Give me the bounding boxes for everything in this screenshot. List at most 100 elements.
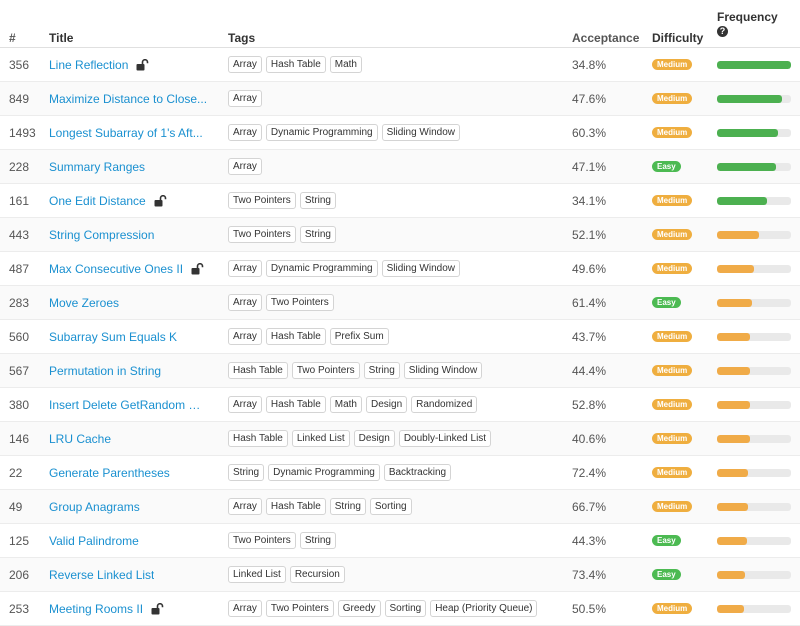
tag-chip[interactable]: Array xyxy=(228,124,262,141)
tag-chip[interactable]: Hash Table xyxy=(265,56,326,73)
problem-title-link[interactable]: Move Zeroes xyxy=(49,296,119,310)
difficulty-badge: Medium xyxy=(652,433,693,444)
tag-chip[interactable]: Array xyxy=(228,294,262,311)
tag-chip[interactable]: Linked List xyxy=(291,430,350,447)
tag-chip[interactable]: String xyxy=(299,192,336,209)
problem-title-link[interactable]: Group Anagrams xyxy=(49,500,140,514)
tag-chip[interactable]: String xyxy=(228,464,265,481)
difficulty-badge: Medium xyxy=(652,331,693,342)
problem-title-link[interactable]: Line Reflection xyxy=(49,58,128,72)
tag-chip[interactable]: Randomized xyxy=(411,396,478,413)
problem-title-link[interactable]: Valid Palindrome xyxy=(49,534,139,548)
tag-chip[interactable]: Two Pointers xyxy=(228,192,296,209)
table-row: 380 Insert Delete GetRandom O(... Array Has… xyxy=(0,388,800,422)
tag-chip[interactable]: Backtracking xyxy=(383,464,452,481)
tag-chip[interactable]: Two Pointers xyxy=(228,226,296,243)
tag-chip[interactable]: Math xyxy=(329,56,362,73)
tag-chip[interactable]: Two Pointers xyxy=(228,532,296,549)
acceptance-rate: 40.6% xyxy=(572,431,607,446)
problem-title-link[interactable]: One Edit Distance xyxy=(49,194,146,208)
problem-title-link[interactable]: Reverse Linked List xyxy=(49,568,154,582)
tag-chip[interactable]: Greedy xyxy=(337,600,381,617)
frequency-bar-fill xyxy=(717,400,750,409)
title-cell: Subarray Sum Equals K xyxy=(49,320,224,353)
tag-chip[interactable]: Dynamic Programming xyxy=(268,464,380,481)
problem-title-link[interactable]: LRU Cache xyxy=(49,432,111,446)
difficulty-cell: Medium xyxy=(652,422,712,455)
frequency-bar-fill xyxy=(717,94,783,103)
help-icon[interactable]: ? xyxy=(717,26,728,37)
tag-chip[interactable]: Array xyxy=(228,396,262,413)
tag-chip[interactable]: Heap (Priority Queue) xyxy=(430,600,538,617)
difficulty-cell: Medium xyxy=(652,48,712,81)
tag-chip[interactable]: Hash Table xyxy=(265,396,326,413)
problem-number: 125 xyxy=(9,533,30,548)
problem-title-link[interactable]: Summary Ranges xyxy=(49,160,145,174)
table-row: 560 Subarray Sum Equals K Array Hash Table P… xyxy=(0,320,800,354)
difficulty-cell: Easy xyxy=(652,524,712,557)
tag-chip[interactable]: Hash Table xyxy=(228,430,288,447)
problem-number: 283 xyxy=(9,295,30,310)
problem-title-link[interactable]: String Compression xyxy=(49,228,154,242)
tag-chip[interactable]: Dynamic Programming xyxy=(265,260,378,277)
tag-chip[interactable]: Dynamic Programming xyxy=(265,124,378,141)
tag-chip[interactable]: String xyxy=(329,498,366,515)
problem-title-link[interactable]: Longest Subarray of 1's Aft... xyxy=(49,126,203,140)
problem-number: 161 xyxy=(9,193,30,208)
problem-title-link[interactable]: Max Consecutive Ones II xyxy=(49,262,183,276)
tag-chip[interactable]: Math xyxy=(329,396,362,413)
tag-chip[interactable]: Sliding Window xyxy=(381,260,460,277)
tag-chip[interactable]: Linked List xyxy=(228,566,286,583)
tag-chip[interactable]: Sliding Window xyxy=(381,124,460,141)
tags-cell: Linked List Recursion xyxy=(228,558,568,591)
tag-chip[interactable]: Sorting xyxy=(369,498,412,515)
tag-chip[interactable]: String xyxy=(299,532,336,549)
lock-icon xyxy=(136,58,150,71)
title-cell: Max Consecutive Ones II xyxy=(49,252,224,285)
tag-chip[interactable]: Design xyxy=(353,430,395,447)
problem-title-link[interactable]: Subarray Sum Equals K xyxy=(49,330,177,344)
title-cell: Maximize Distance to Close... xyxy=(49,82,224,115)
tag-chip[interactable]: Array xyxy=(228,498,262,515)
tag-chip[interactable]: String xyxy=(363,362,400,379)
tag-chip[interactable]: Sorting xyxy=(384,600,427,617)
acceptance-rate: 50.5% xyxy=(572,601,607,616)
tag-chip[interactable]: Array xyxy=(228,90,262,107)
tag-chip[interactable]: Recursion xyxy=(289,566,345,583)
tag-chip[interactable]: Two Pointers xyxy=(265,600,334,617)
tag-chip[interactable]: Design xyxy=(366,396,408,413)
tag-chip[interactable]: Hash Table xyxy=(228,362,288,379)
tag-chip[interactable]: Prefix Sum xyxy=(329,328,389,345)
frequency-bar-fill xyxy=(717,604,744,613)
problem-title-link[interactable]: Permutation in String xyxy=(49,364,161,378)
problem-title-link[interactable]: Meeting Rooms II xyxy=(49,602,143,616)
tag-chip[interactable]: Two Pointers xyxy=(265,294,334,311)
difficulty-cell: Medium xyxy=(652,320,712,353)
tag-chip[interactable]: Doubly-Linked List xyxy=(398,430,492,447)
tags-cell: Array xyxy=(228,82,568,115)
frequency-bar xyxy=(717,604,791,613)
problem-number: 49 xyxy=(9,499,23,514)
frequency-bar-fill xyxy=(717,196,768,205)
table-row: 146 LRU Cache Hash Table Linked List Design D… xyxy=(0,422,800,456)
frequency-bar xyxy=(717,264,791,273)
tag-chip[interactable]: Array xyxy=(228,158,262,175)
tag-chip[interactable]: Array xyxy=(228,260,262,277)
tag-chip[interactable]: Array xyxy=(228,56,262,73)
header-frequency[interactable]: Frequency ? xyxy=(717,0,793,47)
problem-title-link[interactable]: Maximize Distance to Close... xyxy=(49,92,207,106)
tags-cell: Array xyxy=(228,150,568,183)
tag-chip[interactable]: Array xyxy=(228,600,262,617)
frequency-bar-fill xyxy=(717,502,749,511)
difficulty-badge: Medium xyxy=(652,127,693,138)
tag-chip[interactable]: Two Pointers xyxy=(291,362,360,379)
tag-chip[interactable]: String xyxy=(299,226,336,243)
tag-chip[interactable]: Hash Table xyxy=(265,498,326,515)
tag-chip[interactable]: Array xyxy=(228,328,262,345)
problem-title-link[interactable]: Insert Delete GetRandom O(... xyxy=(49,398,209,412)
frequency-bar xyxy=(717,60,791,69)
tag-chip[interactable]: Hash Table xyxy=(265,328,326,345)
problem-title-link[interactable]: Generate Parentheses xyxy=(49,466,170,480)
tag-chip[interactable]: Sliding Window xyxy=(403,362,483,379)
frequency-bar xyxy=(717,366,791,375)
